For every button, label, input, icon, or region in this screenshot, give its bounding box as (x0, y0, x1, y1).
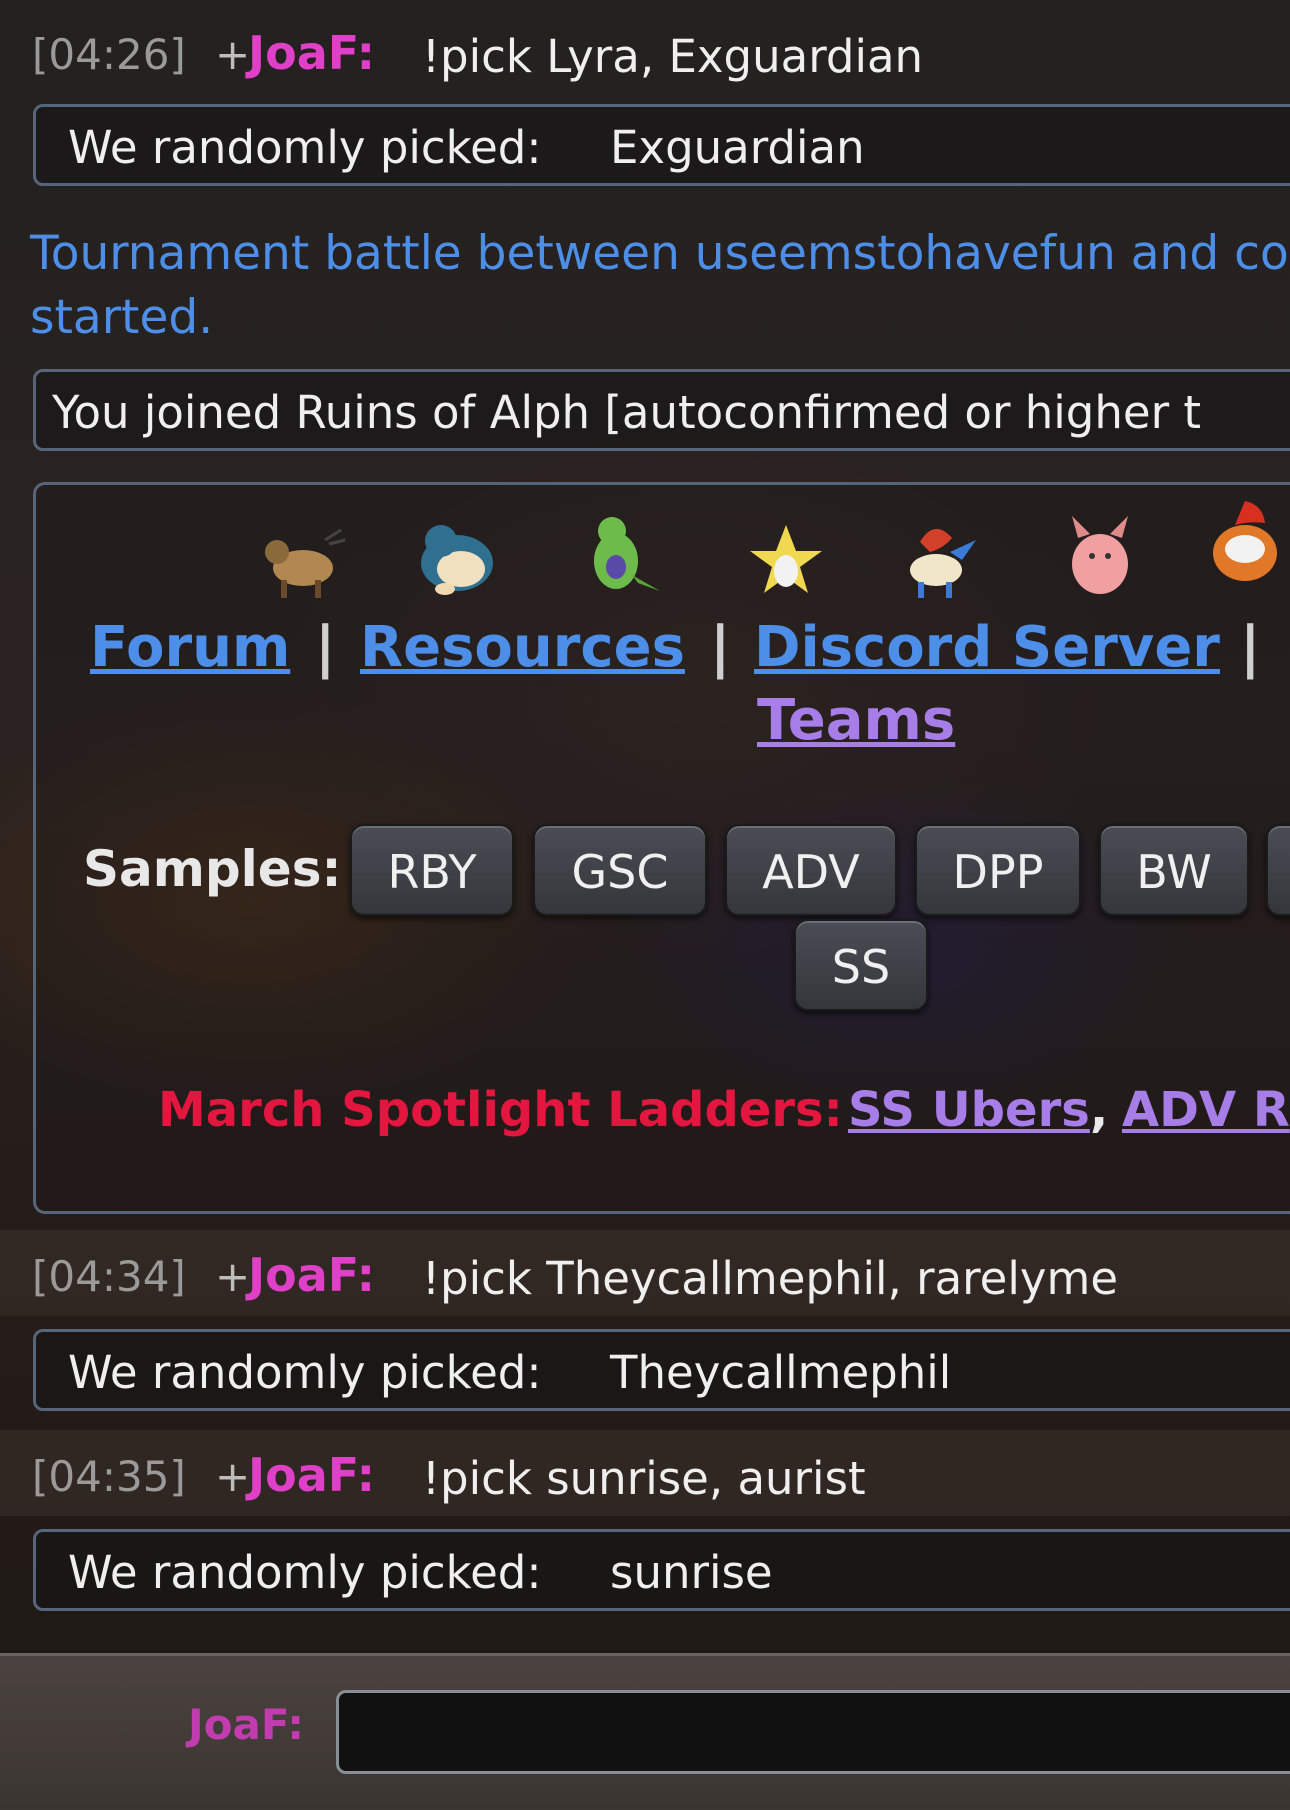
pick-result-label: We randomly picked: (68, 121, 542, 174)
pick-result-value: Exguardian (610, 121, 865, 174)
message-text: !pick Theycallmephil, rarelyme (422, 1252, 1119, 1305)
sample-button-rby[interactable]: RBY (350, 824, 514, 916)
message-text: !pick sunrise, aurist (422, 1452, 866, 1505)
user-rank: + (215, 1252, 251, 1301)
join-notice-box: You joined Ruins of Alph [autoconfirmed … (33, 369, 1290, 451)
sample-button-bw[interactable]: BW (1099, 824, 1249, 916)
input-username-label: JoaF: (188, 1700, 305, 1749)
timestamp: [04:34] (32, 1252, 186, 1301)
spotlight-label: March Spotlight Ladders: (158, 1082, 843, 1138)
pick-result-box: We randomly picked: Theycallmephil (33, 1329, 1290, 1411)
user-rank: + (215, 30, 251, 79)
jirachi-icon (750, 525, 822, 593)
pick-result-box: We randomly picked: sunrise (33, 1529, 1290, 1611)
sample-button-adv[interactable]: ADV (725, 824, 897, 916)
snorlax-icon (421, 525, 493, 595)
tournament-notice-line: Tournament battle between useemstohavefu… (30, 226, 1289, 281)
spotlight-link-ss-ubers[interactable]: SS Ubers (848, 1082, 1090, 1138)
pick-result-box: We randomly picked: Exguardian (33, 104, 1290, 186)
username[interactable]: JoaF: (248, 1248, 375, 1302)
sample-button-cutoff[interactable] (1266, 824, 1290, 916)
resources-link[interactable]: Resources (360, 615, 685, 680)
link-separator: | (1240, 615, 1261, 680)
tournament-notice: Tournament battle between useemstohavefu… (30, 222, 1290, 350)
chat-input-field[interactable] (336, 1690, 1290, 1774)
tauros-icon (265, 528, 346, 598)
spotlight-link-adv[interactable]: ADV R (1122, 1082, 1290, 1138)
join-notice-text: You joined Ruins of Alph [autoconfirmed … (52, 386, 1202, 439)
teams-link[interactable]: Teams (757, 688, 955, 753)
sample-button-gsc[interactable]: GSC (533, 824, 707, 916)
message-text: !pick Lyra, Exguardian (422, 30, 924, 83)
spotlight-comma: , (1090, 1082, 1109, 1138)
username[interactable]: JoaF: (248, 1448, 375, 1502)
chat-message: [04:26] + JoaF: !pick Lyra, Exguardian (0, 8, 1290, 94)
sample-button-dpp[interactable]: DPP (915, 824, 1081, 916)
tournament-notice-line: started. (30, 290, 214, 345)
pick-result-value: Theycallmephil (610, 1346, 952, 1399)
discord-server-link[interactable]: Discord Server (754, 615, 1220, 680)
samples-label: Samples: (83, 840, 342, 898)
timestamp: [04:35] (32, 1452, 186, 1501)
chat-message: [04:34] + JoaF: !pick Theycallmephil, ra… (0, 1230, 1290, 1316)
username[interactable]: JoaF: (248, 26, 375, 80)
pick-result-label: We randomly picked: (68, 1546, 542, 1599)
pick-result-label: We randomly picked: (68, 1346, 542, 1399)
pick-result-value: sunrise (610, 1546, 773, 1599)
tyranitar-icon (594, 517, 660, 591)
chat-message: [04:35] + JoaF: !pick sunrise, aurist (0, 1430, 1290, 1516)
forum-link[interactable]: Forum (90, 615, 290, 680)
clefable-icon (1072, 516, 1128, 594)
user-rank: + (215, 1452, 251, 1501)
sample-button-ss[interactable]: SS (794, 919, 928, 1011)
keldeo-icon (910, 528, 976, 598)
link-separator: | (315, 615, 336, 680)
infernape-icon (1213, 501, 1277, 581)
timestamp: [04:26] (32, 30, 186, 79)
link-separator: | (710, 615, 731, 680)
